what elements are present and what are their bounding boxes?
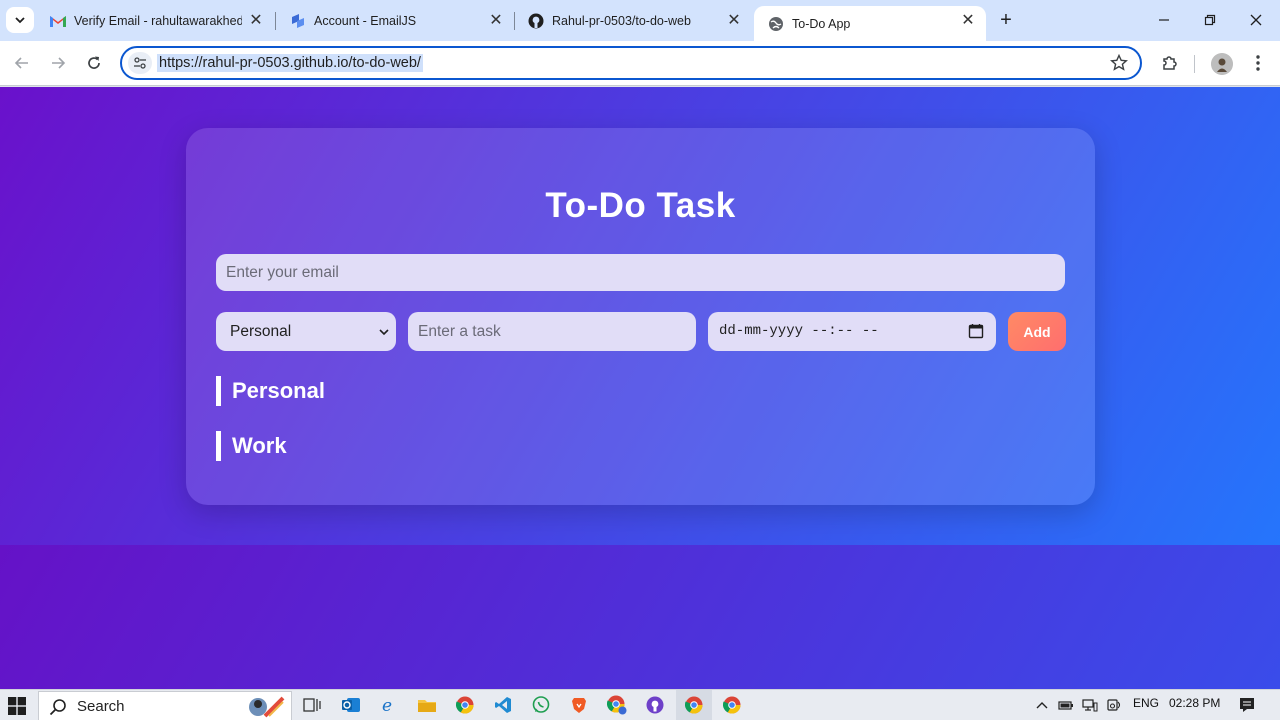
- tab-search-button[interactable]: [6, 7, 34, 33]
- search-icon: [49, 699, 66, 716]
- app-title: To-Do Task: [545, 186, 736, 225]
- datetime-input[interactable]: dd-mm-yyyy --:-- --: [708, 312, 996, 351]
- gmail-icon: [50, 13, 66, 29]
- calendar-icon[interactable]: [968, 323, 984, 339]
- language-indicator[interactable]: ENG: [1133, 696, 1159, 710]
- restore-icon: [1204, 14, 1216, 26]
- reload-button[interactable]: [81, 50, 107, 76]
- close-icon[interactable]: ✕: [726, 12, 742, 29]
- tab-strip: Verify Email - rahultawarakhed ✕ Account…: [0, 0, 1280, 41]
- vscode-icon[interactable]: [492, 694, 514, 716]
- speaker-icon[interactable]: [1106, 698, 1122, 712]
- network-icon[interactable]: [1082, 698, 1098, 712]
- file-explorer-icon[interactable]: [416, 694, 438, 716]
- section-work: Work: [216, 431, 287, 461]
- tab-title: Verify Email - rahultawarakhed: [74, 13, 242, 28]
- browser-menu-button[interactable]: [1246, 51, 1270, 75]
- tab-title: To-Do App: [792, 16, 851, 31]
- datetime-placeholder: dd-mm-yyyy --:-- --: [719, 323, 879, 339]
- edge-icon[interactable]: e: [378, 694, 400, 716]
- battery-icon[interactable]: [1058, 698, 1074, 712]
- task-input[interactable]: [408, 312, 696, 351]
- search-highlight-icon: [249, 696, 285, 718]
- task-view-icon[interactable]: [301, 694, 323, 716]
- category-select[interactable]: Personal: [216, 312, 396, 351]
- bookmark-star-icon[interactable]: [1110, 54, 1128, 72]
- close-window-button[interactable]: [1233, 0, 1279, 40]
- close-icon[interactable]: ✕: [960, 12, 976, 29]
- page-background-lower: [0, 545, 1280, 689]
- chevron-down-icon: [15, 17, 25, 24]
- tab-title: Rahul-pr-0503/to-do-web: [552, 13, 691, 28]
- chevron-down-icon: [379, 329, 389, 336]
- more-vert-icon: [1256, 55, 1260, 71]
- tune-icon: [134, 57, 146, 69]
- chevron-up-icon[interactable]: [1034, 698, 1050, 712]
- arrow-right-icon: [52, 57, 66, 69]
- emailjs-icon: [290, 13, 306, 29]
- back-button[interactable]: [9, 50, 35, 76]
- tab-emailjs[interactable]: Account - EmailJS ✕: [276, 0, 514, 41]
- puzzle-icon: [1163, 56, 1177, 70]
- tab-todo-app[interactable]: To-Do App ✕: [754, 6, 986, 41]
- globe-icon: [768, 16, 784, 32]
- close-icon[interactable]: ✕: [248, 12, 264, 29]
- windows-taskbar: Search e ENG 02:28 PM: [0, 689, 1280, 720]
- minimize-button[interactable]: [1141, 0, 1187, 40]
- chrome-alt-icon[interactable]: [721, 694, 743, 716]
- extensions-button[interactable]: [1158, 51, 1182, 75]
- windows-start-icon[interactable]: [8, 697, 26, 715]
- todo-card: To-Do Task Personal dd-mm-yyyy --:-- -- …: [186, 128, 1095, 505]
- svg-text:e: e: [382, 696, 392, 714]
- profile-avatar[interactable]: [1211, 53, 1233, 75]
- page-body: To-Do Task Personal dd-mm-yyyy --:-- -- …: [0, 87, 1280, 545]
- restore-button[interactable]: [1187, 0, 1233, 40]
- arrow-left-icon: [14, 57, 28, 69]
- avatar-icon: [1211, 53, 1233, 75]
- tab-title: Account - EmailJS: [314, 13, 417, 28]
- notifications-icon[interactable]: [1239, 697, 1255, 713]
- search-label: Search: [77, 697, 125, 715]
- site-info-button[interactable]: [128, 52, 152, 74]
- chrome-profile-icon[interactable]: [606, 694, 628, 716]
- browser-toolbar: https://rahul-pr-0503.github.io/to-do-we…: [0, 41, 1280, 86]
- outlook-icon[interactable]: [340, 694, 362, 716]
- email-input[interactable]: [216, 254, 1065, 291]
- url-text[interactable]: https://rahul-pr-0503.github.io/to-do-we…: [157, 54, 423, 72]
- toolbar-divider: [1194, 55, 1195, 73]
- add-task-button[interactable]: Add: [1008, 312, 1066, 351]
- category-selected-value: Personal: [230, 323, 292, 340]
- github-icon: [528, 13, 544, 29]
- close-icon: [1250, 14, 1262, 26]
- tab-gmail[interactable]: Verify Email - rahultawarakhed ✕: [36, 0, 274, 41]
- whatsapp-icon[interactable]: [530, 694, 552, 716]
- reload-icon: [88, 56, 100, 69]
- chrome-active-icon[interactable]: [676, 690, 712, 720]
- minimize-icon: [1159, 19, 1169, 21]
- taskbar-search[interactable]: Search: [38, 691, 292, 720]
- github-desktop-icon[interactable]: [644, 694, 666, 716]
- new-tab-button[interactable]: +: [996, 10, 1016, 30]
- section-personal: Personal: [216, 376, 325, 406]
- address-bar[interactable]: https://rahul-pr-0503.github.io/to-do-we…: [120, 46, 1142, 80]
- page-viewport: To-Do Task Personal dd-mm-yyyy --:-- -- …: [0, 87, 1280, 689]
- chrome-icon[interactable]: [454, 694, 476, 716]
- close-icon[interactable]: ✕: [488, 12, 504, 29]
- forward-button[interactable]: [45, 50, 71, 76]
- tab-github[interactable]: Rahul-pr-0503/to-do-web ✕: [514, 0, 752, 41]
- system-clock[interactable]: 02:28 PM: [1169, 696, 1220, 710]
- brave-icon[interactable]: [568, 694, 590, 716]
